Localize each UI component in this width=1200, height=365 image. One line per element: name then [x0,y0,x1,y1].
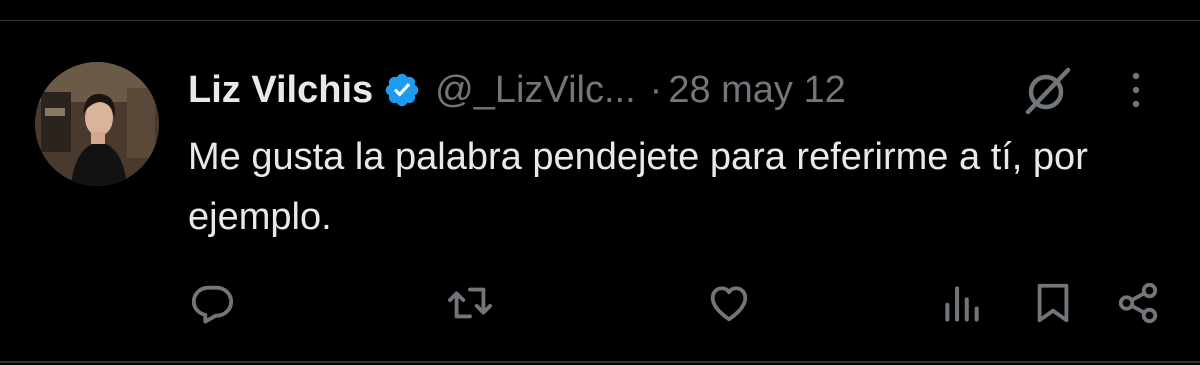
reply-button[interactable] [186,280,238,326]
reply-icon [189,280,235,326]
tweet-text: Me gusta la palabra pendejete para refer… [188,136,1088,238]
views-button[interactable] [938,280,986,326]
bookmark-icon [1033,280,1073,326]
bottom-divider [0,361,1200,363]
heart-icon [706,280,752,326]
tweet-header: Liz Vilchis @_LizVilc... · 28 may 12 [188,66,846,114]
author-handle[interactable]: @_LizVilc... [435,69,636,112]
more-vertical-icon[interactable] [1124,68,1148,112]
retweet-icon [445,280,495,326]
tweet-date[interactable]: 28 may 12 [668,69,845,112]
verified-badge-icon [383,71,421,109]
separator-dot: · [649,68,663,111]
avatar[interactable] [35,62,159,186]
top-divider [0,20,1200,21]
like-button[interactable] [704,280,754,326]
grok-icon[interactable] [1018,64,1076,118]
share-button[interactable] [1112,280,1164,326]
share-icon [1115,280,1161,326]
retweet-button[interactable] [442,280,498,326]
author-name[interactable]: Liz Vilchis [188,69,373,112]
bookmark-button[interactable] [1030,280,1076,326]
views-icon [940,280,984,326]
